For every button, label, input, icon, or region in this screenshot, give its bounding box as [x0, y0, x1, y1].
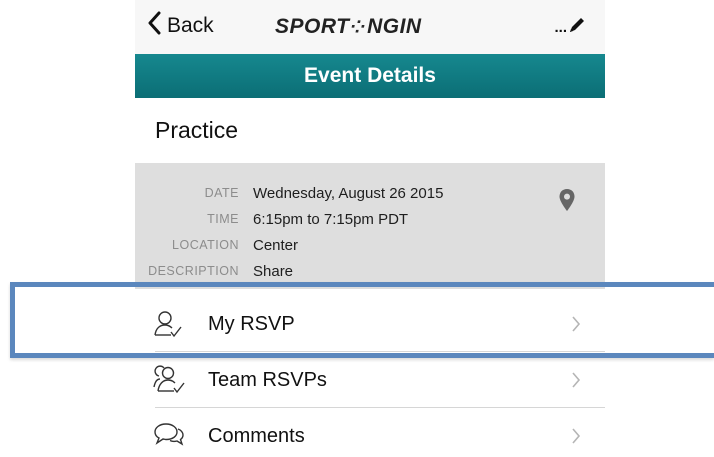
- chevron-left-icon: [147, 11, 167, 41]
- comments-row[interactable]: Comments: [135, 408, 605, 457]
- date-value: Wednesday, August 26 2015: [253, 184, 444, 202]
- location-label: LOCATION: [172, 238, 239, 252]
- description-label: DESCRIPTION: [148, 264, 239, 278]
- team-rsvps-row[interactable]: Team RSVPs: [135, 352, 605, 408]
- app-screen: Back SPORT ⁘ NGIN ... Event Details Prac…: [135, 0, 605, 457]
- chat-bubbles-icon: [153, 421, 185, 454]
- location-value: Center: [253, 236, 299, 254]
- page-header: Event Details: [135, 54, 605, 98]
- app-logo: SPORT ⁘ NGIN: [275, 15, 422, 38]
- chevron-right-icon: [571, 427, 581, 450]
- comments-label: Comments: [208, 424, 305, 447]
- edit-label: ...: [554, 18, 567, 36]
- location-row: LOCATION Center: [135, 234, 535, 256]
- time-label: TIME: [207, 212, 239, 226]
- date-label: DATE: [204, 186, 239, 200]
- users-check-icon: [153, 365, 185, 400]
- description-value: Share: [253, 262, 294, 280]
- event-name: Practice: [155, 117, 239, 143]
- map-pin-icon[interactable]: [558, 188, 576, 217]
- team-rsvps-label: Team RSVPs: [208, 368, 327, 391]
- time-row: TIME 6:15pm to 7:15pm PDT: [135, 208, 535, 230]
- date-row: DATE Wednesday, August 26 2015: [135, 182, 535, 204]
- back-label: Back: [167, 14, 214, 37]
- pencil-icon: [567, 15, 587, 39]
- time-value: 6:15pm to 7:15pm PDT: [253, 210, 409, 228]
- edit-button[interactable]: ...: [554, 14, 587, 40]
- highlight-box: [10, 282, 714, 358]
- page-title: Event Details: [304, 64, 436, 87]
- screen: Back SPORT ⁘ NGIN ... Event Details Prac…: [0, 0, 714, 457]
- event-details-panel: DATE Wednesday, August 26 2015 TIME 6:15…: [135, 163, 605, 289]
- back-button[interactable]: Back: [147, 10, 214, 42]
- chevron-right-icon: [571, 371, 581, 394]
- description-row: DESCRIPTION Share: [135, 260, 535, 282]
- nav-bar: Back SPORT ⁘ NGIN ...: [135, 0, 605, 54]
